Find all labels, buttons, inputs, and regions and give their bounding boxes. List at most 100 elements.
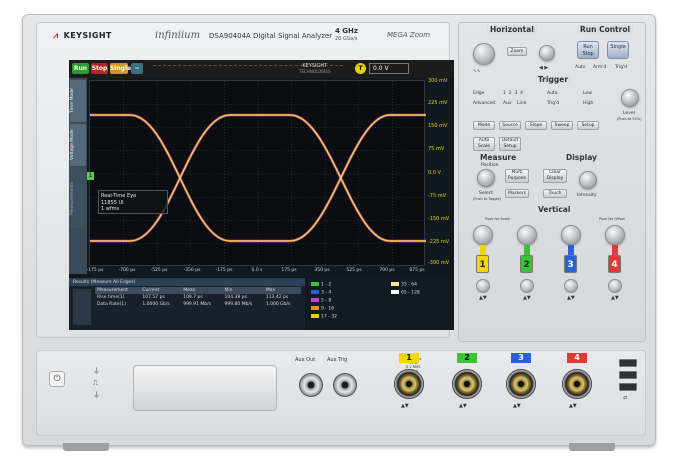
- waveform-graticule[interactable]: [88, 80, 428, 267]
- table-row[interactable]: Rise time(1) 107.57 ps 109.7 ps 104.38 p…: [95, 294, 301, 301]
- ch1-input-connector[interactable]: [394, 369, 424, 399]
- col-current: Current: [140, 287, 182, 294]
- ch3-input-connector[interactable]: [506, 369, 536, 399]
- results-side-tabs[interactable]: [73, 289, 91, 325]
- col-min: Min: [222, 287, 264, 294]
- zoom-button[interactable]: Zoom: [507, 47, 527, 56]
- select-sub-label: (Push to Toggle): [473, 197, 502, 201]
- tab-time-mode[interactable]: Time Mode: [70, 80, 86, 122]
- left-tab-strip: Time Mode Voltage Mode Measurements: [69, 78, 87, 274]
- display-screen[interactable]: Run Stop Single ~ KEYSIGHT TECHNOLOGIES …: [69, 60, 454, 330]
- trigger-low-label: Low: [583, 91, 592, 96]
- ch1-color-strip: [480, 245, 486, 255]
- status-armed: Arm'd: [593, 65, 607, 70]
- aux-out-connector[interactable]: [299, 373, 323, 397]
- single-panel-button[interactable]: Single: [607, 41, 629, 59]
- trigger-mode-button[interactable]: Mode: [473, 121, 495, 130]
- ch2-button[interactable]: 2: [520, 255, 533, 273]
- ch4-offset-arrows-icon[interactable]: ▲▼: [611, 295, 619, 301]
- ch2-offset-arrows-icon[interactable]: ▲▼: [523, 295, 531, 301]
- trigger-slope-button[interactable]: Slope: [525, 121, 547, 130]
- measurement-results-panel[interactable]: Results (Measure All Edges) Measurement …: [69, 278, 305, 330]
- intensity-knob[interactable]: [579, 171, 597, 189]
- horizontal-scale-knob[interactable]: [473, 43, 495, 65]
- bandwidth-spec: 4 GHz: [335, 27, 358, 35]
- x-tick: -700 ps: [118, 268, 136, 273]
- y-tick: -150 mV: [428, 216, 450, 222]
- tab-measurements[interactable]: Measurements: [70, 168, 86, 228]
- ch3-offset-knob[interactable]: [564, 279, 578, 293]
- ch2-input-connector[interactable]: [452, 369, 482, 399]
- results-table: Measurement Current Mean Min Max Rise ti…: [95, 287, 301, 308]
- trigger-edge-label: Edge: [473, 91, 485, 96]
- ch1-offset-arrows-icon[interactable]: ▲▼: [479, 295, 487, 301]
- horizontal-position-knob[interactable]: [539, 45, 555, 61]
- channel-1-ground-marker[interactable]: 1: [87, 172, 94, 180]
- status-auto: Auto: [575, 65, 586, 70]
- table-row[interactable]: Data Rate(1) 1.0000 Gb/s 999.91 Mb/s 999…: [95, 301, 301, 308]
- legend-item: 5 - 8: [311, 298, 331, 304]
- y-tick: 150 mV: [428, 123, 448, 129]
- vertical-section-title: Vertical: [535, 205, 574, 214]
- ch2-scale-knob[interactable]: [517, 225, 537, 245]
- x-tick: -175 ps: [215, 268, 233, 273]
- run-button[interactable]: Run: [72, 63, 89, 74]
- ch2-probe-arrows-icon[interactable]: ▲▼: [459, 403, 467, 409]
- stop-button[interactable]: Stop: [91, 63, 108, 74]
- trigger-section-title: Trigger: [535, 75, 572, 84]
- ch3-color-strip: [568, 245, 574, 255]
- usb-port-1[interactable]: [619, 359, 637, 367]
- ch4-offset-knob[interactable]: [608, 279, 622, 293]
- trigger-source-button[interactable]: Source: [499, 121, 521, 130]
- ch4-scale-knob[interactable]: [605, 225, 625, 245]
- x-tick: 0.0 s: [251, 268, 263, 273]
- trigger-level-knob[interactable]: [621, 89, 639, 107]
- power-button[interactable]: ⏻: [49, 371, 65, 387]
- run-stop-button[interactable]: Run Stop: [577, 41, 599, 59]
- acquisition-mode-icon[interactable]: ~: [131, 63, 143, 74]
- ch1-probe-arrows-icon[interactable]: ▲▼: [401, 403, 409, 409]
- tab-voltage-mode[interactable]: Voltage Mode: [70, 124, 86, 166]
- ch1-button[interactable]: 1: [476, 255, 489, 273]
- ch3-button[interactable]: 3: [564, 255, 577, 273]
- aux-out-label: Aux Out: [295, 357, 316, 363]
- push-scale-label: Push for Scale: [485, 217, 510, 221]
- ch2-input-badge: 2: [457, 353, 477, 363]
- trigger-channel-numbers: 1 2 3 4: [503, 91, 524, 96]
- case-foot-left: [63, 443, 109, 451]
- ch4-input-connector[interactable]: [562, 369, 592, 399]
- ch3-scale-knob[interactable]: [561, 225, 581, 245]
- x-tick: 350 ps: [314, 268, 330, 273]
- ch2-offset-knob[interactable]: [520, 279, 534, 293]
- ch4-color-strip: [612, 245, 618, 255]
- auto-scale-button[interactable]: Auto Scale: [473, 137, 495, 151]
- trigger-setup-button[interactable]: Setup: [577, 121, 599, 130]
- usb-port-2[interactable]: [619, 371, 637, 379]
- trigger-sweep-button[interactable]: Sweep: [551, 121, 573, 130]
- aux-trig-connector[interactable]: [333, 373, 357, 397]
- ch1-scale-knob[interactable]: [473, 225, 493, 245]
- markers-button[interactable]: Markers: [505, 189, 529, 198]
- ch3-probe-arrows-icon[interactable]: ▲▼: [513, 403, 521, 409]
- wave-icon: ∿∿: [473, 69, 481, 74]
- ch4-button[interactable]: 4: [608, 255, 621, 273]
- touch-button[interactable]: Touch: [543, 189, 567, 198]
- usb-port-3[interactable]: [619, 383, 637, 391]
- multi-purpose-button[interactable]: Multi Purpose: [505, 169, 529, 183]
- ch3-offset-arrows-icon[interactable]: ▲▼: [567, 295, 575, 301]
- ch1-offset-knob[interactable]: [476, 279, 490, 293]
- trigger-trigd-label: Trig'd: [547, 101, 560, 106]
- default-setup-button[interactable]: Default Setup: [499, 137, 521, 151]
- single-button[interactable]: Single: [110, 63, 131, 74]
- position-arrows-icon[interactable]: ◀ ▶: [539, 65, 548, 71]
- measure-select-knob[interactable]: [477, 169, 495, 187]
- horizontal-section-title: Horizontal: [487, 25, 537, 34]
- ch4-probe-arrows-icon[interactable]: ▲▼: [569, 403, 577, 409]
- clear-display-button[interactable]: Clear Display: [543, 169, 567, 183]
- status-triggered: Trig'd: [615, 65, 628, 70]
- trigger-level-readout[interactable]: 0.0 V: [369, 63, 409, 74]
- info-line-3: 1 wfms: [101, 206, 120, 212]
- col-measurement: Measurement: [95, 287, 141, 294]
- model-name: DSA90404A Digital Signal Analyzer: [209, 32, 333, 40]
- x-tick: 875 ps: [409, 268, 425, 273]
